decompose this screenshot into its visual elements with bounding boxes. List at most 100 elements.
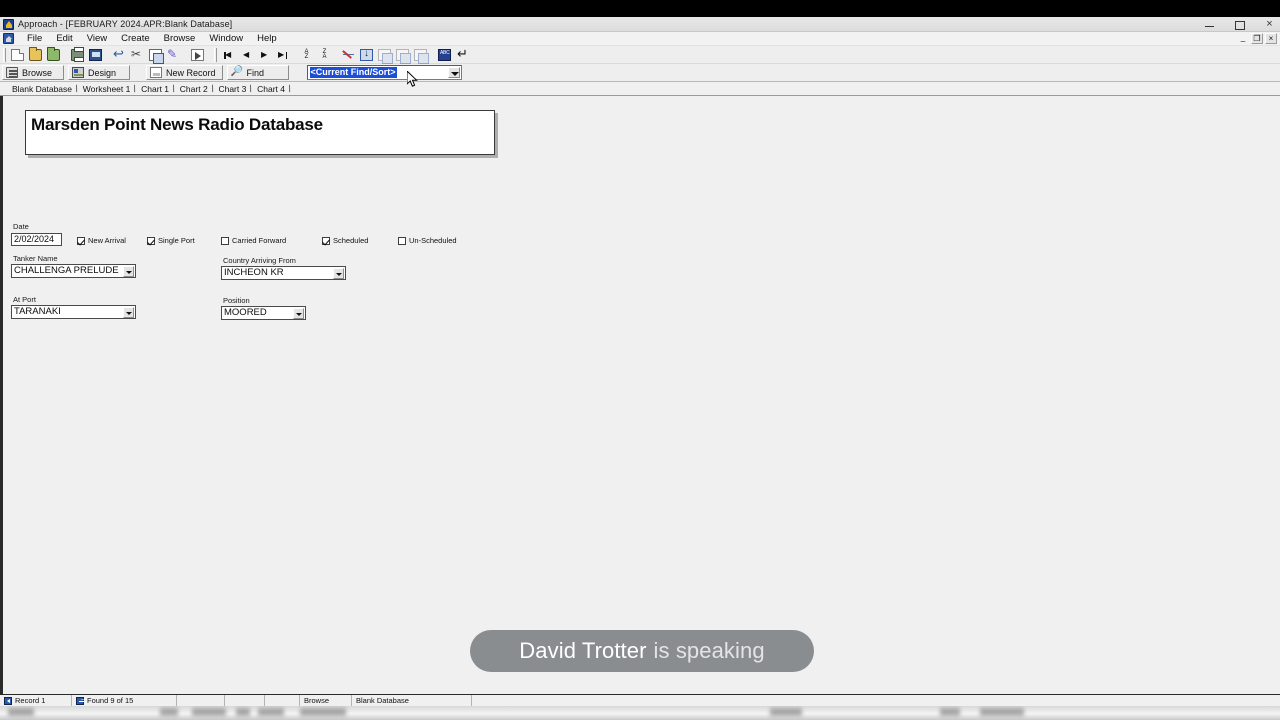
status-mode[interactable]: Browse [300,694,352,707]
duplicate-record-icon[interactable] [394,47,411,64]
tab-worksheet-1[interactable]: Worksheet 1 \ [81,83,139,95]
tanker-name-value: CHALLENGA PRELUDE [14,265,119,276]
at-port-combo[interactable]: TARANAKI [11,305,136,319]
checkbox-single-port[interactable]: Single Port [147,235,195,246]
date-field[interactable]: 2/02/2024 [11,233,62,246]
find-sort-dropdown-arrow-icon[interactable] [447,67,460,78]
tab-chart-2[interactable]: Chart 2 \ [178,83,217,95]
print-icon[interactable] [69,46,86,63]
tab-worksheet-1-label: Worksheet 1 [82,84,131,94]
country-arriving-from-combo[interactable]: INCHEON KR [221,266,346,280]
mdi-minimize-button[interactable]: _ [1237,33,1249,44]
checkbox-carried-forward-label: Carried Forward [232,236,287,245]
speaker-name: David Trotter [519,638,647,663]
find-sort-combo[interactable]: <Current Find/Sort> [306,65,462,80]
tab-chart-3[interactable]: Chart 3 \ [216,83,255,95]
clear-sort-icon[interactable] [340,47,357,63]
find-sort-value: <Current Find/Sort> [309,67,397,78]
menu-item-window[interactable]: Window [202,32,250,46]
checkbox-un-scheduled[interactable]: Un-Scheduled [398,235,457,246]
sort-descending-label: Z A [322,48,327,60]
menu-item-browse[interactable]: Browse [157,32,203,46]
tab-blank-database-label: Blank Database [12,84,73,94]
menu-item-file[interactable]: File [20,32,49,46]
delete-record-icon[interactable] [412,47,429,64]
menu-item-view[interactable]: View [80,32,114,46]
last-record-icon[interactable] [274,47,291,63]
export-icon[interactable] [189,47,206,63]
form-work-area: Marsden Point News Radio Database Date 2… [0,96,1280,706]
status-record-label: Record 1 [15,696,46,705]
checkbox-scheduled[interactable]: Scheduled [322,235,368,246]
window-controls: × [1203,17,1276,32]
status-view[interactable]: Blank Database [352,694,472,707]
first-record-icon[interactable] [220,47,237,63]
document-control-icon[interactable] [3,33,14,44]
paste-format-icon[interactable] [165,47,182,63]
find-sort-icon[interactable] [358,47,375,63]
checkbox-new-arrival[interactable]: New Arrival [77,235,126,246]
new-record-icon [150,67,162,78]
form-title-box: Marsden Point News Radio Database [25,110,495,155]
status-spacer-1 [177,694,225,707]
maximize-restore-button[interactable] [1233,18,1246,31]
toolbar-grip[interactable] [3,47,6,62]
cut-icon[interactable] [129,47,146,63]
tab-chart-2-label: Chart 2 [179,84,208,94]
copy-icon[interactable] [147,47,164,64]
enter-icon[interactable] [454,46,471,63]
country-arriving-from-label: Country Arriving From [223,256,296,265]
view-tab-strip: Blank Database \ Worksheet 1 \ Chart 1 \ Ch… [0,82,1280,96]
main-toolbar: A Z Z A [0,46,1280,64]
spellcheck-icon[interactable] [436,47,453,63]
speaking-suffix: is speaking [653,638,765,663]
undo-icon[interactable] [111,46,128,63]
position-dropdown-arrow-icon[interactable] [293,307,304,319]
menu-item-edit[interactable]: Edit [49,32,79,46]
browse-button[interactable]: Browse [2,65,64,80]
status-spacer-3 [265,694,300,707]
menu-item-help[interactable]: Help [250,32,284,46]
at-port-label: At Port [13,295,36,304]
speaking-indicator: David Trotter is speaking [470,630,814,672]
mdi-restore-button[interactable]: ❐ [1251,33,1263,44]
mdi-close-button[interactable]: × [1265,33,1277,44]
toolbar-grip-2[interactable] [214,47,217,62]
print-preview-icon[interactable] [87,47,104,63]
save-folder-icon[interactable] [45,46,62,63]
next-record-icon[interactable] [256,47,273,63]
checkbox-scheduled-box [322,236,330,245]
tanker-name-dropdown-arrow-icon[interactable] [123,265,134,277]
tab-chart-1-label: Chart 1 [141,84,170,94]
screen-root: Approach - [FEBRUARY 2024.APR:Blank Data… [0,0,1280,720]
tab-chart-4[interactable]: Chart 4 \ [255,83,294,95]
country-arriving-from-dropdown-arrow-icon[interactable] [333,267,344,279]
design-button[interactable]: Design [68,65,130,80]
status-found[interactable]: Found 9 of 15 [72,694,177,707]
form-title-text: Marsden Point News Radio Database [31,115,323,134]
at-port-dropdown-arrow-icon[interactable] [123,306,134,318]
new-record-button[interactable]: New Record [146,65,223,80]
menu-bar: File Edit View Create Browse Window Help… [0,32,1280,46]
sort-ascending-icon[interactable]: A Z [298,47,315,63]
tab-chart-1[interactable]: Chart 1 \ [139,83,178,95]
status-record[interactable]: Record 1 [0,694,72,707]
menu-item-create[interactable]: Create [114,32,157,46]
approach-app-icon [3,18,14,30]
tanker-name-combo[interactable]: CHALLENGA PRELUDE [11,264,136,278]
country-arriving-from-value: INCHEON KR [224,267,284,278]
sort-descending-icon[interactable]: Z A [316,47,333,63]
open-folder-icon[interactable] [27,46,44,63]
new-record-icon[interactable] [376,47,393,64]
checkbox-carried-forward[interactable]: Carried Forward [221,235,286,246]
tab-blank-database[interactable]: Blank Database \ [10,83,81,95]
window-title: Approach - [FEBRUARY 2024.APR:Blank Data… [18,19,233,29]
minimize-button[interactable] [1203,18,1216,31]
previous-record-icon[interactable] [238,47,255,63]
position-combo[interactable]: MOORED [221,306,306,320]
position-value: MOORED [224,307,267,318]
new-file-icon[interactable] [9,47,26,63]
status-bar: Record 1 Found 9 of 15 Browse Blank Data… [0,694,1280,707]
close-button[interactable]: × [1263,18,1276,31]
find-button[interactable]: Find [226,65,289,80]
